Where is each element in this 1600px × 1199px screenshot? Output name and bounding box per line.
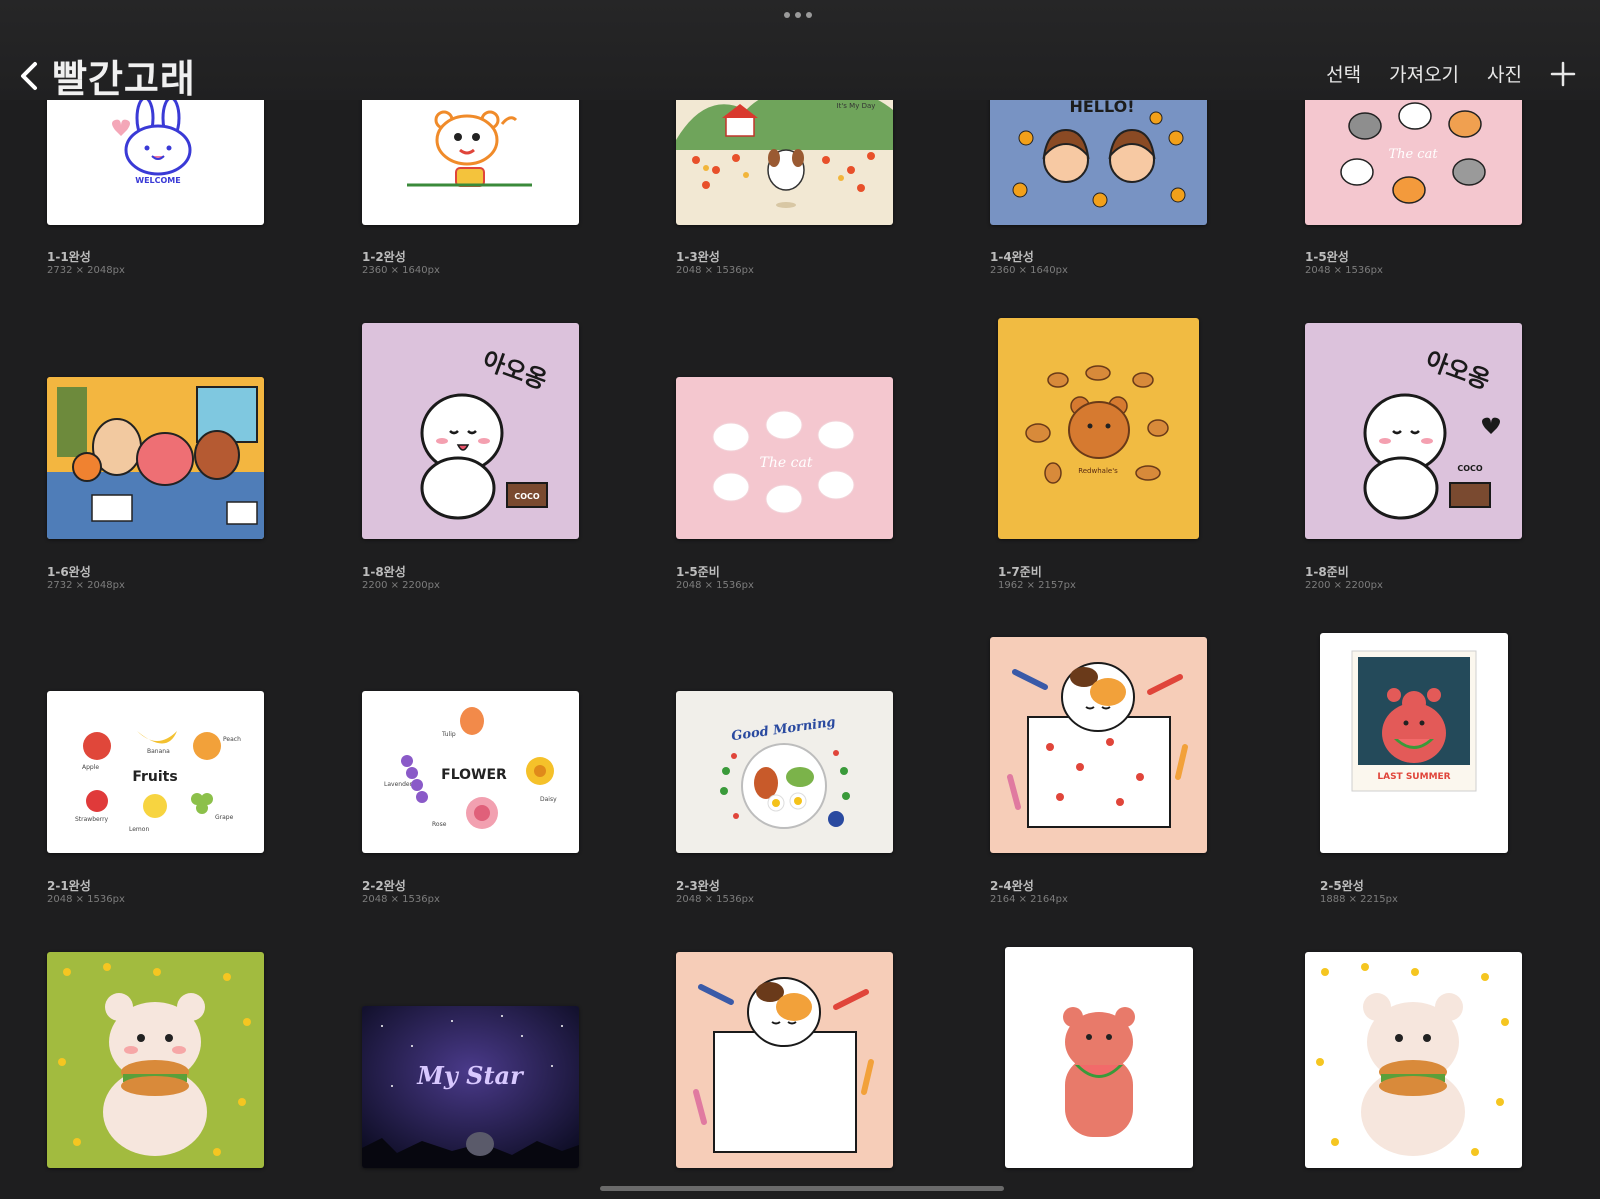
artwork-size: 2048 × 1536px — [1305, 265, 1383, 276]
artwork-thumbnail[interactable] — [47, 377, 264, 539]
thecat-text: The cat — [1388, 147, 1438, 162]
artwork-thumbnail[interactable]: LAST SUMMER — [1320, 633, 1508, 853]
gallery-grid: WELCOME 1-1완성 2732 × 2048px 1-2완성 2360 ×… — [0, 0, 1600, 1199]
artwork-name: 2-2완성 — [362, 879, 406, 893]
page-title: 빨간고래 — [52, 57, 196, 101]
artwork-size: 2732 × 2048px — [47, 265, 125, 276]
artwork-thumbnail-my-star[interactable]: My Star — [362, 1006, 579, 1168]
artwork-size: 2048 × 1536px — [47, 894, 125, 905]
lavender-text: Lavender — [384, 781, 413, 788]
bear-sandwich-art — [58, 963, 251, 1156]
lemon-text: Lemon — [129, 826, 149, 833]
artwork-name: 1-1완성 — [47, 250, 91, 264]
fruits-text: Fruits — [132, 769, 177, 785]
artwork-size: 2360 × 1640px — [362, 265, 440, 276]
tulip-text: Tulip — [441, 731, 456, 738]
artwork-name: 1-8완성 — [362, 565, 406, 579]
artwork-thumbnail[interactable]: 아오옹 COCO — [362, 323, 579, 539]
good-morning-art: Good Morning — [720, 715, 850, 829]
artwork-size: 1962 × 2157px — [998, 580, 1076, 591]
grape-text: Grape — [215, 814, 234, 821]
flower-text: FLOWER — [441, 767, 507, 783]
coco-text: COCO — [514, 492, 540, 501]
artwork-size: 2048 × 1536px — [676, 265, 754, 276]
thecat-text: The cat — [760, 455, 813, 471]
dog-aoong-art-2: 아오옹 COCO — [1363, 346, 1500, 520]
white-cats-art: The cat — [712, 410, 855, 514]
aoong-text: 아오옹 — [479, 346, 551, 395]
artwork-thumbnail-cat-rug-blank[interactable] — [676, 952, 893, 1168]
last-summer-art: LAST SUMMER — [1351, 650, 1477, 792]
select-button[interactable]: 선택 — [1326, 60, 1361, 87]
bear-sandwich-white-art — [1316, 963, 1509, 1156]
artwork-thumbnail[interactable]: The cat — [676, 377, 893, 539]
redwhale-text: Redwhale's — [1078, 467, 1118, 475]
artwork-size: 1888 × 2215px — [1320, 894, 1398, 905]
chevron-left-icon — [21, 61, 37, 90]
header-actions: 선택 가져오기 사진 — [1326, 60, 1576, 87]
aoong-text: 아오옹 — [1422, 346, 1494, 395]
photo-button[interactable]: 사진 — [1487, 60, 1522, 87]
back-button[interactable]: 빨간고래 — [18, 48, 196, 103]
banana-text: Banana — [147, 748, 170, 755]
rose-text: Rose — [432, 821, 447, 828]
artwork-size: 2732 × 2048px — [47, 580, 125, 591]
artwork-name: 2-4완성 — [990, 879, 1034, 893]
artwork-name: 1-8준비 — [1305, 565, 1349, 579]
peach-text: Peach — [223, 736, 241, 743]
study-room-art — [47, 377, 264, 539]
plus-icon[interactable] — [1550, 61, 1576, 87]
daisy-text: Daisy — [540, 796, 557, 803]
artwork-name: 1-2완성 — [362, 250, 406, 264]
artwork-name: 2-3완성 — [676, 879, 720, 893]
coco-text: COCO — [1457, 464, 1483, 473]
artwork-size: 2048 × 1536px — [676, 894, 754, 905]
artwork-size: 2360 × 1640px — [990, 265, 1068, 276]
artwork-name: 1-5준비 — [676, 565, 720, 579]
artwork-name: 1-5완성 — [1305, 250, 1349, 264]
artwork-name: 1-7준비 — [998, 565, 1042, 579]
artwork-thumbnail-bear-watermelon[interactable] — [1005, 947, 1193, 1168]
home-indicator[interactable] — [600, 1186, 1004, 1191]
artwork-name: 1-6완성 — [47, 565, 91, 579]
welcome-text: WELCOME — [135, 176, 180, 185]
goodmorning-text: Good Morning — [731, 715, 837, 744]
artwork-size: 2200 × 2200px — [1305, 580, 1383, 591]
artwork-thumbnail[interactable]: Fruits Apple Banana Peach Strawberry Lem… — [47, 691, 264, 853]
artwork-name: 1-4완성 — [990, 250, 1034, 264]
apple-text: Apple — [82, 764, 99, 771]
artwork-size: 2164 × 2164px — [990, 894, 1068, 905]
dog-aoong-art: 아오옹 COCO — [420, 346, 551, 520]
import-button[interactable]: 가져오기 — [1389, 60, 1459, 87]
artwork-size: 2048 × 1536px — [676, 580, 754, 591]
fruits-art: Fruits Apple Banana Peach Strawberry Lem… — [75, 731, 241, 833]
artwork-thumbnail[interactable]: 아오옹 COCO — [1305, 323, 1522, 539]
cat-rug-blank-art — [693, 977, 874, 1153]
bear-watermelon-art — [1063, 1007, 1135, 1137]
artwork-thumbnail-bear-sandwich-green[interactable] — [47, 952, 264, 1168]
artwork-name: 1-3완성 — [676, 250, 720, 264]
top-navigation-bar: 빨간고래 선택 가져오기 사진 — [0, 0, 1600, 103]
artwork-thumbnail[interactable]: FLOWER Tulip Lavender Rose Daisy — [362, 691, 579, 853]
lastsummer-text: LAST SUMMER — [1377, 772, 1450, 782]
artwork-thumbnail[interactable]: Good Morning — [676, 691, 893, 853]
artwork-thumbnail[interactable] — [990, 637, 1207, 853]
artwork-thumbnail[interactable]: Redwhale's — [998, 318, 1199, 539]
my-star-art: My Star — [362, 1006, 579, 1168]
artwork-thumbnail-bear-sandwich-white[interactable] — [1305, 952, 1522, 1168]
strawberry-text: Strawberry — [75, 816, 109, 823]
artwork-size: 2200 × 2200px — [362, 580, 440, 591]
myday-text: It's My Day — [837, 102, 876, 110]
flower-art: FLOWER Tulip Lavender Rose Daisy — [384, 707, 557, 829]
artwork-size: 2048 × 1536px — [362, 894, 440, 905]
artwork-name: 2-1완성 — [47, 879, 91, 893]
mystar-text: My Star — [416, 1061, 525, 1090]
multitasking-dots-icon[interactable] — [784, 12, 812, 18]
artwork-name: 2-5완성 — [1320, 879, 1364, 893]
bear-bakery-art: Redwhale's — [1025, 365, 1169, 484]
cat-rug-art — [1007, 662, 1188, 828]
